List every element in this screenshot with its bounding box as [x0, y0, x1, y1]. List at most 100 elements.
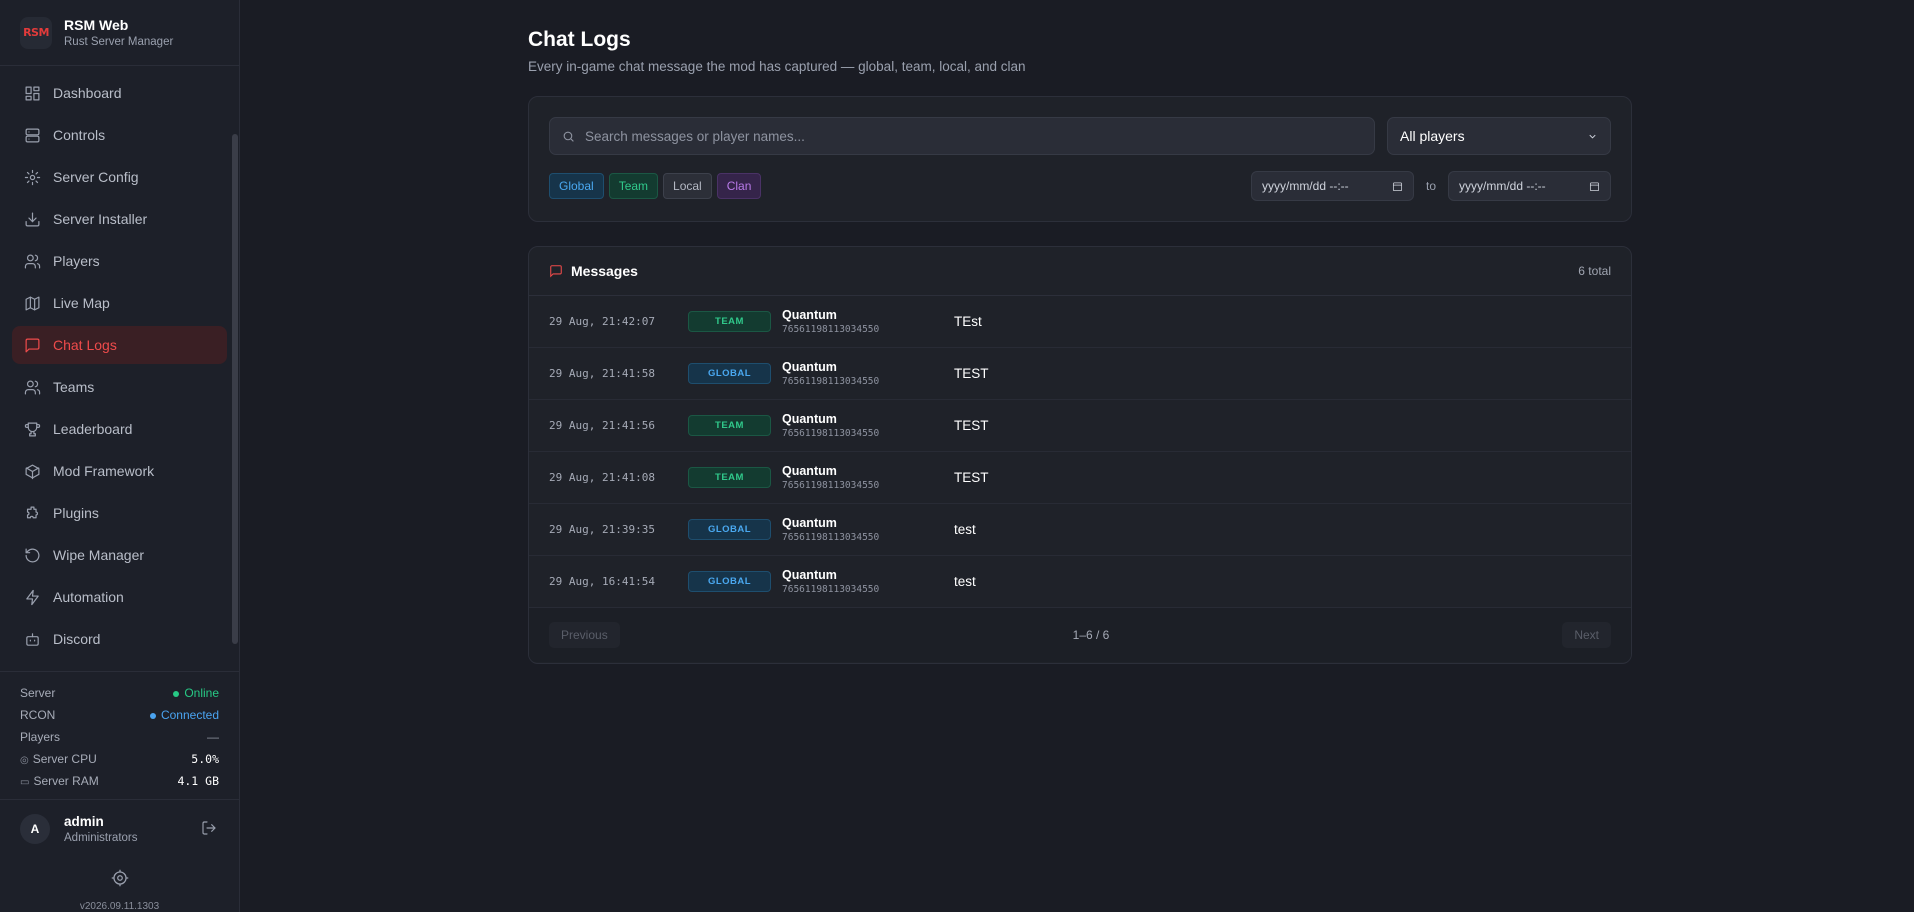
player-name[interactable]: Quantum	[782, 412, 954, 426]
app-version: v2026.09.11.1303	[79, 901, 160, 912]
date-from-value: yyyy/mm/dd --:--	[1261, 179, 1349, 193]
messages-header: Messages 6 total	[529, 247, 1631, 296]
puzzle-icon	[26, 506, 38, 518]
player-steamid: 76561198113034550	[782, 532, 880, 543]
player-steamid: 76561198113034550	[782, 376, 880, 387]
sidebar-item-label: Plugins	[53, 505, 99, 521]
brand-subtitle: Rust Server Manager	[64, 36, 174, 48]
message-time: 29 Aug, 16:41:54	[549, 575, 655, 588]
dashboard-icon	[25, 86, 40, 100]
sidebar-item-label: Players	[53, 253, 100, 269]
sidebar-item-label: Wipe Manager	[53, 547, 145, 563]
table-row[interactable]: 29 Aug, 21:41:08 TEAM Quantum 7656119811…	[529, 452, 1631, 504]
sidebar-item-automation[interactable]: Automation	[12, 578, 227, 616]
download-icon	[25, 212, 40, 226]
search-input[interactable]: Search messages or player names...	[549, 117, 1375, 155]
sidebar-item-teams[interactable]: Teams	[12, 368, 227, 406]
message-text: test	[954, 522, 976, 537]
sidebar-item-mod-framework[interactable]: Mod Framework	[12, 452, 227, 490]
player-name[interactable]: Quantum	[782, 516, 954, 530]
bot-icon	[26, 632, 39, 646]
user-panel: A admin Administrators	[0, 799, 239, 857]
calendar-icon	[1589, 181, 1600, 191]
user-role: Administrators	[64, 831, 138, 844]
sidebar-scrollbar[interactable]	[232, 134, 238, 644]
sidebar-item-controls[interactable]: Controls	[12, 116, 227, 154]
sidebar-item-live-map[interactable]: Live Map	[12, 284, 227, 322]
settings-button[interactable]	[0, 869, 239, 887]
logout-button[interactable]	[201, 820, 219, 838]
main: Chat Logs Every in-game chat message the…	[240, 0, 1914, 912]
gear-icon	[24, 169, 41, 185]
next-button[interactable]: Next	[1562, 622, 1611, 648]
table-row[interactable]: 29 Aug, 21:41:56 TEAM Quantum 7656119811…	[529, 400, 1631, 452]
status-cpu: ◎ Server CPU 5.0%	[20, 748, 219, 770]
player-steamid: 76561198113034550	[782, 480, 880, 491]
table-row[interactable]: 29 Aug, 21:42:07 TEAM Quantum 7656119811…	[529, 296, 1631, 348]
sidebar-item-dashboard[interactable]: Dashboard	[12, 74, 227, 112]
sidebar-item-chat-logs[interactable]: Chat Logs	[12, 326, 227, 364]
sidebar-item-plugins[interactable]: Plugins	[12, 494, 227, 532]
chip-local[interactable]: Local	[663, 173, 712, 199]
page-count: 1–6 / 6	[1072, 628, 1110, 642]
chip-team[interactable]: Team	[608, 173, 659, 199]
status-players: Players —	[20, 726, 219, 748]
avatar: A	[20, 813, 50, 844]
date-range: yyyy/mm/dd --:-- to yyyy/mm/dd --:--	[1250, 171, 1611, 201]
brand-logo: RSM	[20, 16, 52, 49]
chip-global[interactable]: Global	[549, 173, 604, 199]
status-rcon: RCON Connected	[20, 704, 219, 726]
status-cpu-label: Server CPU	[32, 752, 97, 766]
sidebar-item-server-installer[interactable]: Server Installer	[12, 200, 227, 238]
chip-clan[interactable]: Clan	[716, 173, 762, 199]
player-name[interactable]: Quantum	[782, 568, 954, 582]
message-player: Quantum 76561198113034550	[782, 360, 954, 387]
status-cpu-label-wrap: ◎ Server CPU	[20, 752, 97, 766]
status-server-text: Online	[184, 686, 219, 700]
player-name[interactable]: Quantum	[782, 308, 954, 322]
sidebar-item-wipe-manager[interactable]: Wipe Manager	[12, 536, 227, 574]
status-dot-icon	[173, 690, 180, 697]
sidebar-item-players[interactable]: Players	[12, 242, 227, 280]
sidebar: RSM RSM Web Rust Server Manager Dashboar…	[0, 0, 240, 912]
channel-badge: GLOBAL	[688, 363, 771, 384]
refresh-icon	[25, 548, 40, 562]
table-row[interactable]: 29 Aug, 16:41:54 GLOBAL Quantum 76561198…	[529, 556, 1631, 608]
channel-chips: Global Team Local Clan	[549, 173, 762, 199]
brand-title: RSM Web	[64, 17, 129, 33]
app: RSM RSM Web Rust Server Manager Dashboar…	[0, 0, 1914, 912]
server-status-panel: Server Online RCON Connected Players — ◎…	[0, 671, 239, 799]
message-player: Quantum 76561198113034550	[782, 516, 954, 543]
date-to-label: to	[1425, 179, 1436, 193]
box-icon	[25, 464, 40, 479]
ram-icon: ▭	[20, 777, 30, 788]
message-time: 29 Aug, 21:41:58	[549, 367, 655, 380]
message-text: TEST	[954, 366, 989, 381]
player-select[interactable]: All players	[1387, 117, 1611, 155]
logout-icon	[202, 820, 216, 835]
chevron-down-icon	[1589, 134, 1596, 139]
date-to-input[interactable]: yyyy/mm/dd --:--	[1448, 171, 1611, 201]
cpu-icon: ◎	[20, 755, 29, 766]
status-ram-label-wrap: ▭ Server RAM	[20, 774, 99, 788]
table-row[interactable]: 29 Aug, 21:41:58 GLOBAL Quantum 76561198…	[529, 348, 1631, 400]
player-steamid: 76561198113034550	[782, 428, 880, 439]
page-title: Chat Logs	[528, 28, 631, 51]
date-from-input[interactable]: yyyy/mm/dd --:--	[1250, 171, 1414, 201]
bolt-icon	[26, 589, 39, 605]
player-name[interactable]: Quantum	[782, 464, 954, 478]
table-row[interactable]: 29 Aug, 21:39:35 GLOBAL Quantum 76561198…	[529, 504, 1631, 556]
brand[interactable]: RSM RSM Web Rust Server Manager	[0, 0, 239, 66]
sidebar-item-leaderboard[interactable]: Leaderboard	[12, 410, 227, 448]
pagination: Previous 1–6 / 6 Next	[529, 608, 1631, 662]
message-time: 29 Aug, 21:41:08	[549, 471, 655, 484]
calendar-icon	[1392, 181, 1402, 191]
sidebar-item-server-config[interactable]: Server Config	[12, 158, 227, 196]
gear-icon	[111, 869, 128, 887]
previous-button[interactable]: Previous	[549, 622, 620, 648]
page-subtitle: Every in-game chat message the mod has c…	[528, 59, 1026, 74]
sidebar-item-discord[interactable]: Discord	[12, 620, 227, 658]
player-name[interactable]: Quantum	[782, 360, 954, 374]
users-icon	[24, 254, 41, 268]
filters-card: Search messages or player names... All p…	[528, 96, 1632, 222]
